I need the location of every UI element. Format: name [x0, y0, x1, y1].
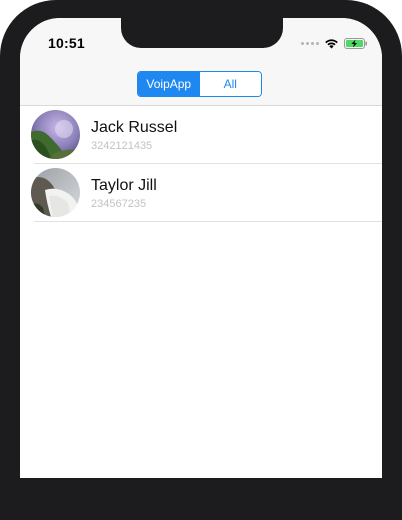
segment-all[interactable]: All [199, 72, 261, 96]
contact-name: Jack Russel [91, 119, 178, 136]
phone-frame: 10:51 VoipApp All Jack Russel 3242121435… [0, 0, 402, 520]
avatar-icon [31, 110, 80, 159]
status-time: 10:51 [48, 35, 85, 51]
status-icons [301, 38, 368, 49]
contact-name: Taylor Jill [91, 177, 157, 194]
contact-number: 234567235 [91, 198, 147, 210]
signal-dots-icon [301, 42, 319, 45]
contact-list: Jack Russel 3242121435 Taylor Jill 23456… [20, 106, 382, 222]
contact-row-jack-russel[interactable]: Jack Russel 3242121435 [20, 106, 382, 164]
avatar [31, 110, 80, 159]
app-screen: 10:51 VoipApp All Jack Russel 3242121435… [20, 18, 382, 478]
contact-number: 3242121435 [91, 140, 153, 152]
segment-voipapp[interactable]: VoipApp [138, 72, 200, 96]
navigation-bar: VoipApp All [20, 62, 382, 106]
wifi-icon [325, 39, 338, 49]
battery-charging-icon [344, 38, 367, 49]
avatar [31, 168, 80, 217]
device-notch [121, 18, 283, 48]
avatar-icon [31, 168, 80, 217]
contacts-filter-segmented-control: VoipApp All [137, 71, 262, 97]
contact-row-taylor-jill[interactable]: Taylor Jill 234567235 [20, 164, 382, 222]
